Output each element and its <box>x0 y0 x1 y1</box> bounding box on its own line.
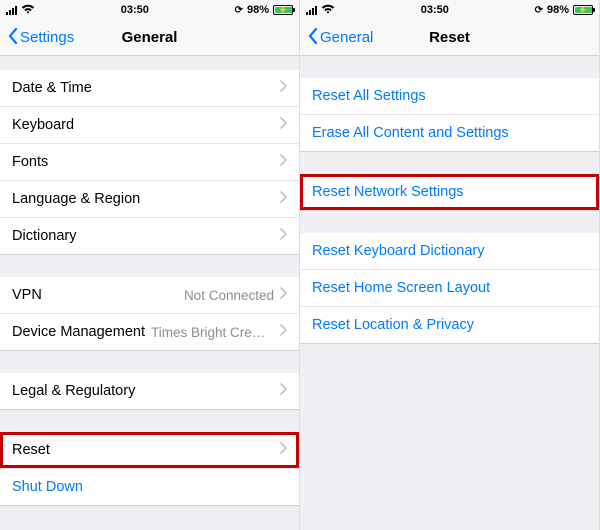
row-label: Erase All Content and Settings <box>312 125 587 141</box>
rotation-lock-icon: ⟳ <box>235 5 243 16</box>
row-detail: Times Bright CreSu… <box>151 325 274 340</box>
row-vpn[interactable]: VPN Not Connected <box>0 277 299 314</box>
row-reset-home-screen[interactable]: Reset Home Screen Layout <box>300 270 599 307</box>
row-language-region[interactable]: Language & Region <box>0 181 299 218</box>
row-dictionary[interactable]: Dictionary <box>0 218 299 255</box>
battery-percent: 98% <box>247 4 269 16</box>
rotation-lock-icon: ⟳ <box>535 5 543 16</box>
status-bar: 03:50 ⟳ 98% ⚡ <box>0 0 299 20</box>
screen-reset: 03:50 ⟳ 98% ⚡ General Reset Reset All Se… <box>300 0 600 530</box>
nav-bar-general: Settings General <box>0 20 299 56</box>
row-label: Fonts <box>12 154 280 170</box>
chevron-left-icon <box>308 28 318 48</box>
row-reset-keyboard-dictionary[interactable]: Reset Keyboard Dictionary <box>300 233 599 270</box>
chevron-right-icon <box>280 80 287 96</box>
reset-content: Reset All Settings Erase All Content and… <box>300 56 599 530</box>
row-reset[interactable]: Reset <box>0 432 299 469</box>
row-device-management[interactable]: Device Management Times Bright CreSu… <box>0 314 299 351</box>
row-shut-down[interactable]: Shut Down <box>0 469 299 506</box>
status-bar: 03:50 ⟳ 98% ⚡ <box>300 0 599 20</box>
row-reset-all-settings[interactable]: Reset All Settings <box>300 78 599 115</box>
chevron-right-icon <box>280 154 287 170</box>
row-date-time[interactable]: Date & Time <box>0 70 299 107</box>
row-label: Legal & Regulatory <box>12 383 280 399</box>
row-label: Dictionary <box>12 228 280 244</box>
back-label: Settings <box>20 29 74 46</box>
row-label: Keyboard <box>12 117 280 133</box>
chevron-right-icon <box>280 287 287 303</box>
row-fonts[interactable]: Fonts <box>0 144 299 181</box>
back-button-settings[interactable]: Settings <box>8 28 74 48</box>
row-label: Device Management <box>12 324 145 340</box>
wifi-icon <box>321 4 335 17</box>
row-label: Reset Network Settings <box>312 184 587 200</box>
nav-bar-reset: General Reset <box>300 20 599 56</box>
status-time: 03:50 <box>421 4 449 16</box>
status-time: 03:50 <box>121 4 149 16</box>
wifi-icon <box>21 4 35 17</box>
battery-percent: 98% <box>547 4 569 16</box>
chevron-right-icon <box>280 191 287 207</box>
row-label: Language & Region <box>12 191 280 207</box>
back-button-general[interactable]: General <box>308 28 373 48</box>
row-label: Shut Down <box>12 479 287 495</box>
row-reset-location-privacy[interactable]: Reset Location & Privacy <box>300 307 599 344</box>
screen-general: 03:50 ⟳ 98% ⚡ Settings General Date & Ti… <box>0 0 300 530</box>
chevron-right-icon <box>280 442 287 458</box>
row-label: Reset All Settings <box>312 88 587 104</box>
row-label: Date & Time <box>12 80 280 96</box>
row-label: VPN <box>12 287 184 303</box>
row-label: Reset Location & Privacy <box>312 317 587 333</box>
row-keyboard[interactable]: Keyboard <box>0 107 299 144</box>
signal-icon <box>306 6 317 15</box>
chevron-left-icon <box>8 28 18 48</box>
row-label: Reset Home Screen Layout <box>312 280 587 296</box>
signal-icon <box>6 6 17 15</box>
row-reset-network-settings[interactable]: Reset Network Settings <box>300 174 599 211</box>
chevron-right-icon <box>280 324 287 340</box>
nav-title-general: General <box>122 29 178 46</box>
row-erase-all-content[interactable]: Erase All Content and Settings <box>300 115 599 152</box>
chevron-right-icon <box>280 383 287 399</box>
battery-icon: ⚡ <box>273 5 293 15</box>
general-content: Date & Time Keyboard Fonts Language & Re… <box>0 56 299 530</box>
chevron-right-icon <box>280 117 287 133</box>
row-legal-regulatory[interactable]: Legal & Regulatory <box>0 373 299 410</box>
back-label: General <box>320 29 373 46</box>
row-label: Reset Keyboard Dictionary <box>312 243 587 259</box>
chevron-right-icon <box>280 228 287 244</box>
nav-title-reset: Reset <box>429 29 470 46</box>
row-detail: Not Connected <box>184 288 274 303</box>
row-label: Reset <box>12 442 280 458</box>
battery-icon: ⚡ <box>573 5 593 15</box>
